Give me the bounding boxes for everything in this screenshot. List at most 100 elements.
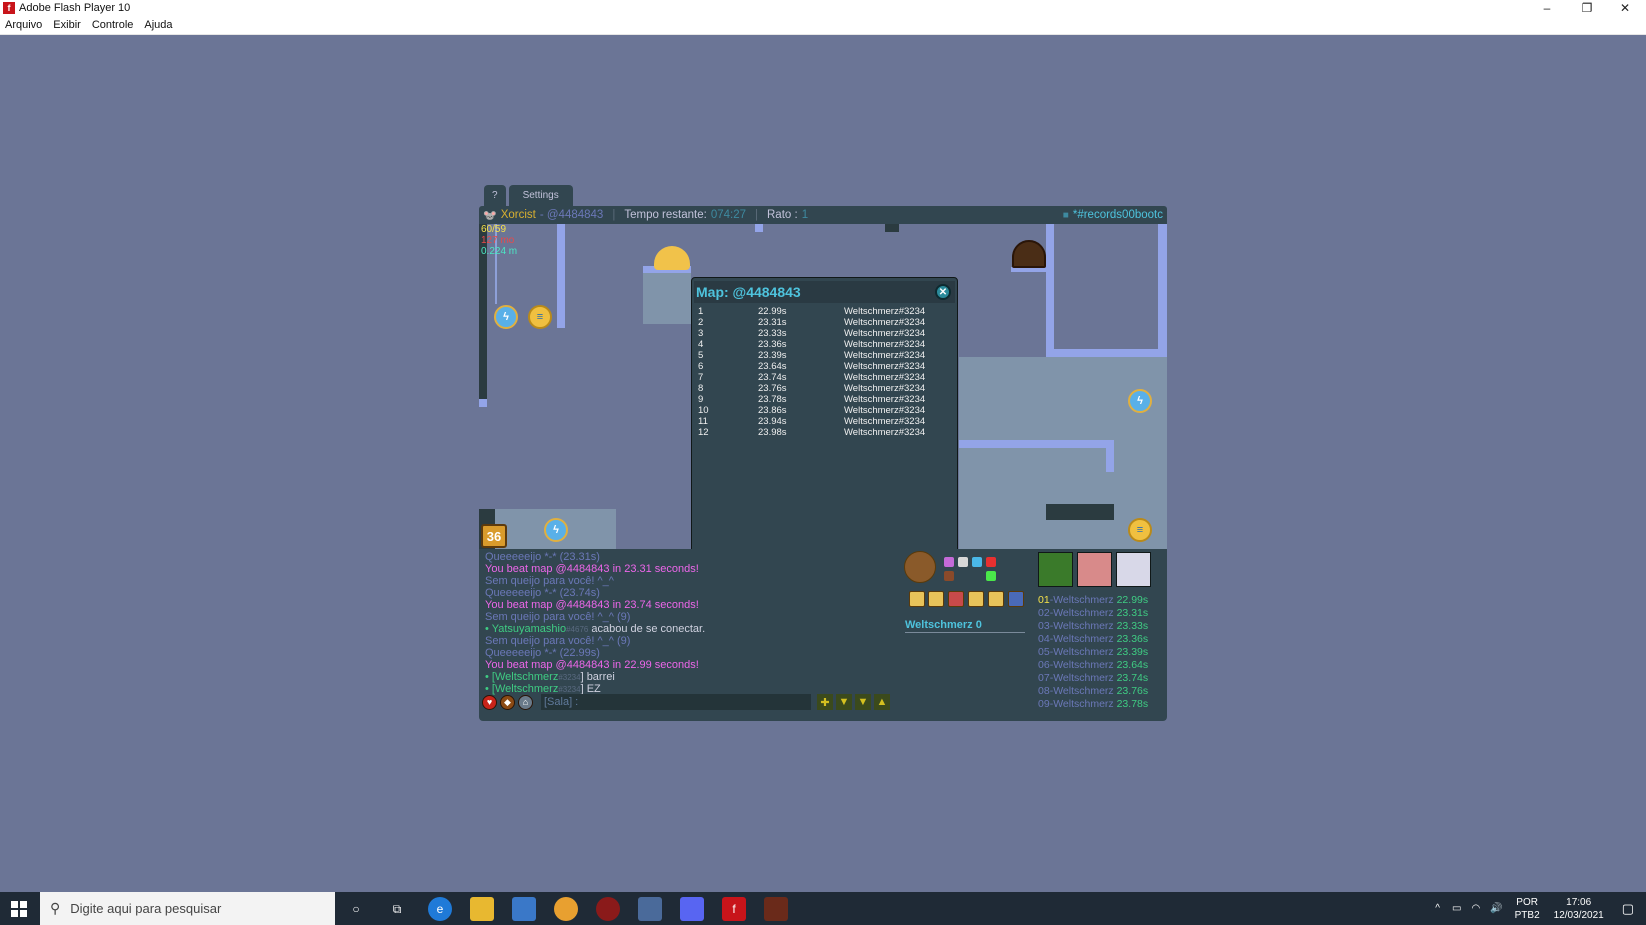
friends-icon[interactable] [948, 591, 964, 607]
game-map[interactable]: ϟ ≡ ϟ ≡ ϟ ϟ 60/59 127 mo 0.224 m 36 Map:… [479, 224, 1167, 549]
rank-name[interactable]: Weltschmerz [1053, 698, 1113, 710]
list-item: 07-Weltschmerz 23.74s [1038, 672, 1158, 685]
close-icon[interactable]: ✕ [935, 284, 951, 300]
close-button[interactable]: ✕ [1606, 0, 1644, 16]
chat-user[interactable]: • [Weltschmerz [485, 671, 558, 683]
drop-icon[interactable] [972, 557, 982, 567]
records-list: 1 22.99s Weltschmerz#3234 2 23.31s Weltschme… [698, 306, 948, 438]
rank-name[interactable]: Weltschmerz [1053, 646, 1113, 658]
item-icon[interactable] [958, 557, 968, 567]
record-player: Weltschmerz#3234 [844, 306, 926, 317]
discord-icon[interactable] [988, 591, 1004, 607]
list-item: 12 23.98s Weltschmerz#3234 [698, 427, 948, 438]
record-time: 23.78s [758, 394, 787, 405]
bottom-panel: Queeeeeijo *-* (23.31s) You beat map @44… [479, 549, 1167, 721]
list-item: 6 23.64s Weltschmerz#3234 [698, 361, 948, 372]
item-icon[interactable] [944, 571, 954, 581]
cheese-icon [654, 246, 690, 270]
menu-ajuda[interactable]: Ajuda [144, 19, 172, 31]
rank-name[interactable]: Weltschmerz [1053, 594, 1113, 606]
edge-icon[interactable]: e [428, 897, 452, 921]
rank-pos: 08 [1038, 685, 1050, 697]
cortana-icon[interactable]: ○ [344, 897, 368, 921]
chat-user[interactable]: • Yatsuyamashio [485, 623, 566, 635]
file-explorer-icon[interactable] [470, 897, 494, 921]
avatar[interactable] [1077, 552, 1112, 587]
window-titlebar: f Adobe Flash Player 10 [0, 0, 1646, 16]
rank-name[interactable]: Weltschmerz [1053, 633, 1113, 645]
tab-help[interactable]: ? [484, 185, 506, 206]
wifi-icon[interactable]: ◠ [1471, 903, 1480, 914]
chrome-icon[interactable] [554, 897, 578, 921]
stat-life: 60/59 [481, 224, 507, 235]
mouse-avatar-icon[interactable] [904, 551, 936, 583]
battery-icon[interactable]: ▭ [1452, 903, 1461, 914]
rank-name[interactable]: Weltschmerz [1053, 672, 1113, 684]
rank-time: 23.64s [1116, 659, 1149, 671]
rank-name[interactable]: Weltschmerz [1053, 659, 1113, 671]
shield-icon[interactable]: ◆ [500, 694, 515, 710]
clock[interactable]: 17:06 12/03/2021 [1554, 896, 1604, 922]
mail-icon[interactable] [638, 897, 662, 921]
player-stats: 60/59 127 mo 0.224 m [481, 224, 517, 257]
menu-bar: Arquivo Exibir Controle Ajuda [0, 16, 1646, 35]
clock-date: 12/03/2021 [1553, 909, 1604, 921]
chat-icon[interactable] [968, 591, 984, 607]
plus-icon[interactable] [986, 571, 996, 581]
restore-button[interactable]: ❐ [1568, 0, 1606, 16]
minimize-button[interactable]: – [1528, 0, 1566, 16]
record-time: 23.74s [758, 372, 787, 383]
arrow-up-icon[interactable]: ▲ [874, 694, 890, 710]
plus-icon[interactable]: ✚ [817, 694, 833, 710]
taskbar-search-input[interactable]: ⚲ Digite aqui para pesquisar [40, 892, 335, 925]
potion-icon[interactable] [944, 557, 954, 567]
menu-controle[interactable]: Controle [92, 19, 134, 31]
tab-settings[interactable]: Settings [508, 185, 573, 206]
record-player: Weltschmerz#3234 [844, 328, 926, 339]
task-view-icon[interactable]: ⧉ [385, 897, 409, 921]
avatar[interactable] [1116, 552, 1151, 587]
notification-icon[interactable]: ▢ [1622, 901, 1634, 917]
avatar[interactable] [1038, 552, 1073, 587]
list-item: 8 23.76s Weltschmerz#3234 [698, 383, 948, 394]
chat-tag: #4676 [566, 625, 589, 634]
home-icon[interactable]: ⌂ [518, 694, 533, 710]
rank-time: 23.36s [1116, 633, 1149, 645]
record-rank: 6 [698, 361, 704, 372]
list-item: 01-Weltschmerz 22.99s [1038, 594, 1158, 607]
fullscreen-icon[interactable] [1008, 591, 1024, 607]
language-indicator[interactable]: POR PTB2 [1515, 896, 1540, 922]
rank-name[interactable]: Weltschmerz [1053, 685, 1113, 697]
game-icon[interactable] [764, 897, 788, 921]
chat-tag: #3234 [558, 673, 581, 682]
menu-arquivo[interactable]: Arquivo [5, 19, 42, 31]
shop-icon[interactable] [909, 591, 925, 607]
store-icon[interactable] [512, 897, 536, 921]
menu-exibir[interactable]: Exibir [53, 19, 81, 31]
chat-input[interactable]: [Sala] : [541, 694, 811, 710]
flash-player-icon[interactable]: f [722, 897, 746, 921]
volume-icon[interactable]: 🔊 [1490, 903, 1502, 914]
record-player: Weltschmerz#3234 [844, 361, 926, 372]
player-name[interactable]: Weltschmerz 0 [905, 619, 1025, 633]
arrow-down-icon[interactable]: ▼ [855, 694, 871, 710]
map-wall [959, 440, 1114, 448]
heart-icon[interactable]: ♥ [482, 694, 497, 710]
map-wall [557, 224, 565, 328]
heart-icon[interactable] [986, 557, 996, 567]
windows-start-icon[interactable] [0, 892, 38, 925]
rank-name[interactable]: Weltschmerz [1053, 620, 1113, 632]
list-icon[interactable] [928, 591, 944, 607]
discord-icon[interactable] [680, 897, 704, 921]
system-tray: ^ ▭ ◠ 🔊 POR PTB2 17:06 12/03/2021 ▢ [1435, 892, 1646, 925]
separator: | [612, 209, 616, 221]
chevron-up-icon[interactable]: ^ [1435, 903, 1440, 914]
map-author[interactable]: Xorcist [501, 209, 536, 221]
chat-line: Queeeeeijo *-* (23.31s) [485, 551, 600, 563]
mice-value: 1 [801, 209, 809, 221]
arrow-down-icon[interactable]: ▼ [836, 694, 852, 710]
list-item: 04-Weltschmerz 23.36s [1038, 633, 1158, 646]
rank-name[interactable]: Weltschmerz [1053, 607, 1113, 619]
app-icon[interactable] [596, 897, 620, 921]
stat-distance: 0.224 m [481, 246, 518, 257]
